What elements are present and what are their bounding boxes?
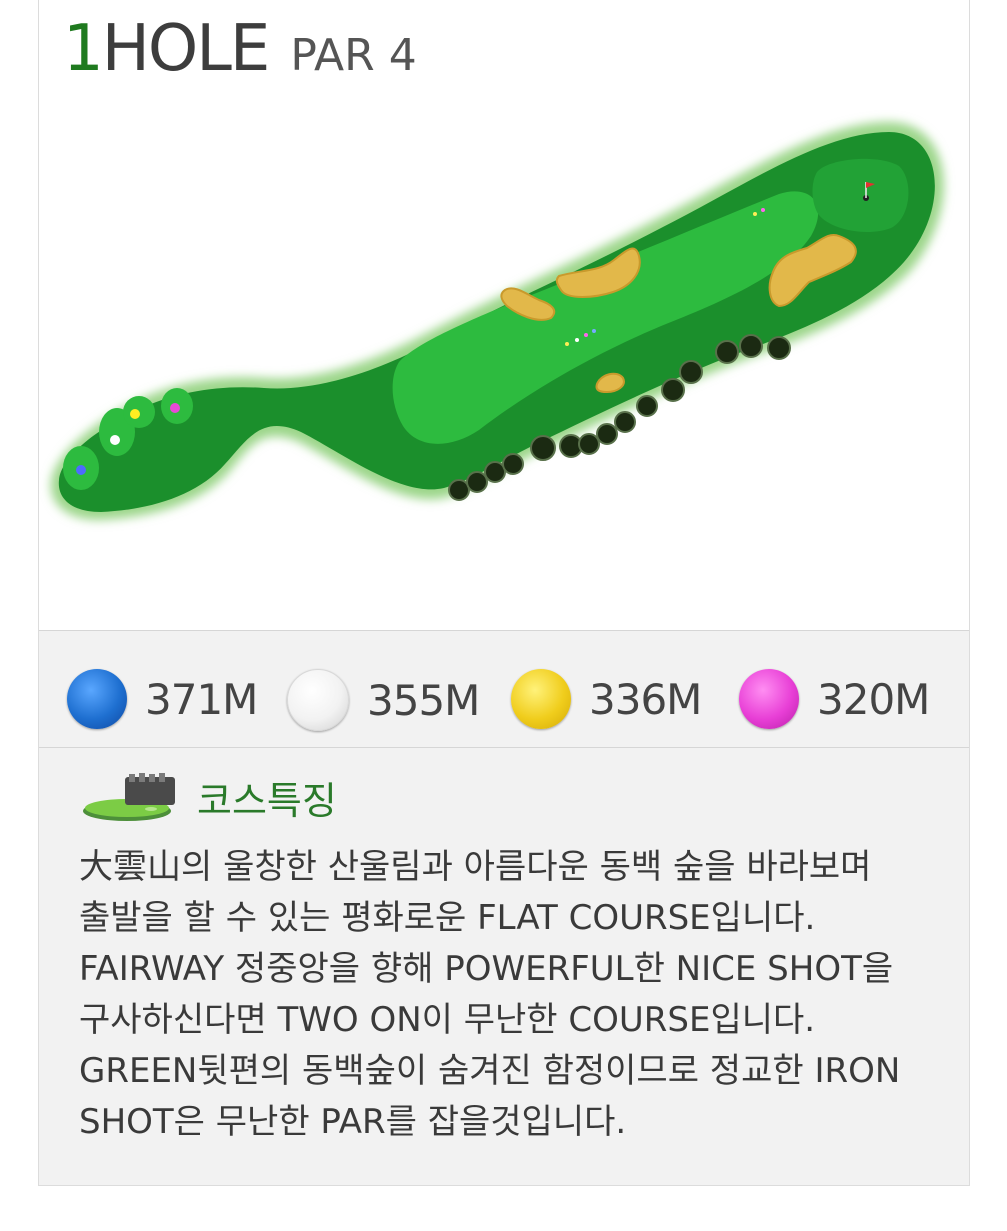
hole-number: 1	[63, 12, 104, 86]
white-tee-ball-icon	[287, 669, 349, 731]
course-feature-header: 코스특징	[81, 770, 337, 825]
pink-tee-ball-icon	[739, 669, 799, 729]
tee-distance-row: 371M 355M 336M 320M	[39, 630, 969, 748]
blue-tee-ball-icon	[67, 669, 127, 729]
green	[812, 158, 909, 233]
tee-marker-pink	[170, 403, 180, 413]
hole-card: 1 HOLE PAR 4 371M 355M 336M 320M 코스특징 大雲…	[38, 0, 970, 1186]
tee-distance: 371M	[145, 674, 258, 724]
hole-label: HOLE	[101, 12, 271, 86]
tee-pink: 320M	[739, 669, 930, 729]
green-course-icon	[83, 772, 175, 821]
hole-layout-map	[50, 122, 944, 520]
tee-white: 355M	[287, 669, 480, 731]
course-feature-section: 코스특징 大雲山의 울창한 산울림과 아름다운 동백 숲을 바라보며 출발을 할…	[39, 748, 969, 1185]
tee-distance: 320M	[817, 674, 930, 724]
course-feature-title: 코스특징	[197, 779, 337, 823]
tee-marker-blue	[76, 465, 86, 475]
par-label: PAR 4	[290, 30, 417, 81]
tee-blue: 371M	[67, 669, 258, 729]
tee-marker-yellow	[130, 409, 140, 419]
tee-distance: 336M	[589, 674, 702, 724]
yellow-tee-ball-icon	[511, 669, 571, 729]
tee-distance: 355M	[367, 675, 480, 725]
tee-marker-white	[110, 435, 120, 445]
hole-title: 1 HOLE PAR 4	[63, 12, 417, 92]
course-feature-text: 大雲山의 울창한 산울림과 아름다운 동백 숲을 바라보며 출발을 할 수 있는…	[79, 847, 901, 1142]
tee-yellow: 336M	[511, 669, 702, 729]
